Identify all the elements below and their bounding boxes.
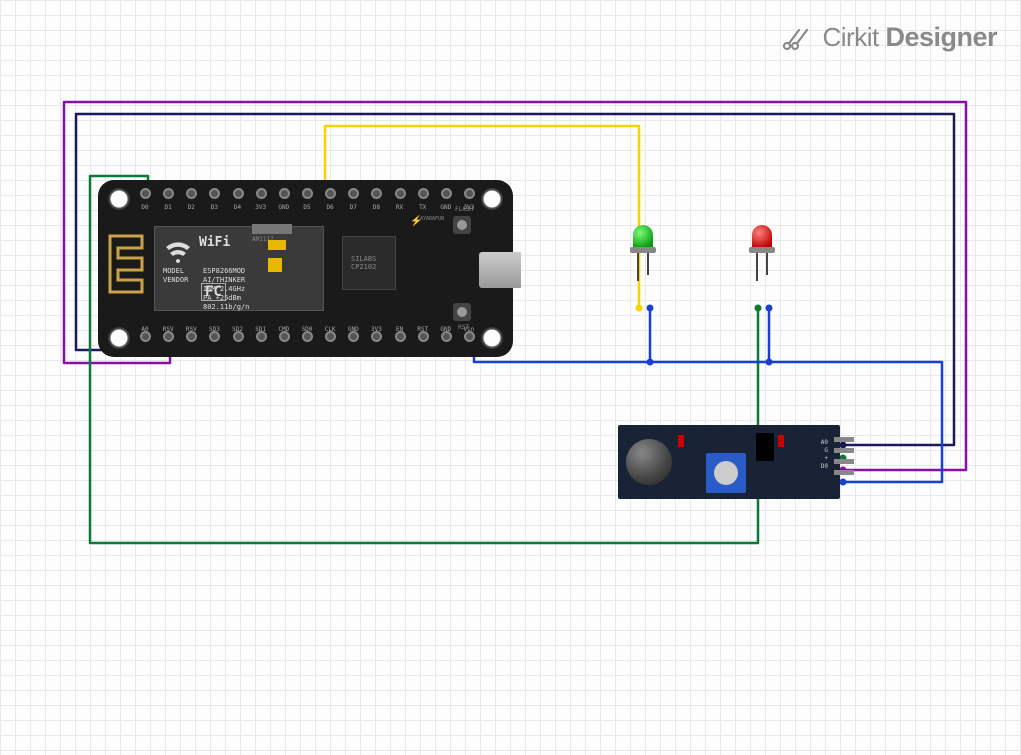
pin-label: D8: [368, 204, 384, 211]
micro-usb-port[interactable]: [479, 252, 521, 288]
flash-button[interactable]: [453, 216, 471, 234]
chip-label: SILABSCP2102: [351, 255, 376, 271]
led-rim: [749, 247, 775, 253]
pin-label: SD0: [299, 326, 315, 333]
pin-d2[interactable]: [186, 188, 197, 199]
pin-rx[interactable]: [395, 188, 406, 199]
sensor-header-pins[interactable]: [834, 437, 854, 475]
pin-tx[interactable]: [418, 188, 429, 199]
smd-cap: [268, 258, 282, 272]
pin-label: RX: [392, 204, 408, 211]
pin-d4[interactable]: [233, 188, 244, 199]
power-led-icon: [678, 435, 684, 447]
pin-label: GND: [438, 326, 454, 333]
pin-label: GND: [345, 326, 361, 333]
usb-serial-chip: SILABSCP2102: [342, 236, 396, 290]
pin-label: D1: [160, 204, 176, 211]
pin-header-bottom[interactable]: A0RSVRSVSD3SD2SD1CMDSD0CLKGND3V3ENRSTGND…: [140, 331, 475, 349]
pin-label: D2: [183, 204, 199, 211]
fcc-mark: FC: [201, 283, 226, 301]
mount-hole: [481, 327, 503, 349]
pin-d6[interactable]: [325, 188, 336, 199]
sound-sensor-module[interactable]: A0 G + D0: [618, 425, 840, 499]
rst-label: RST: [458, 324, 469, 331]
led-anode[interactable]: [756, 253, 758, 281]
mount-hole: [108, 327, 130, 349]
sensor-pin-labels: A0 G + D0: [821, 439, 828, 470]
brand-label: AYARAFUN: [420, 216, 444, 222]
pin-gnd[interactable]: [279, 188, 290, 199]
nodemcu-board[interactable]: /*placeholder*/ D0D1D2D3D43V3GNDD5D6D7D8…: [98, 180, 513, 357]
wifi-label: WiFi: [199, 235, 230, 252]
pin-label: SD1: [253, 326, 269, 333]
pin-gnd[interactable]: [441, 188, 452, 199]
led-red[interactable]: [749, 225, 775, 263]
smd-cap: [268, 240, 286, 250]
pin-header-top[interactable]: /*placeholder*/ D0D1D2D3D43V3GNDD5D6D7D8…: [140, 188, 475, 206]
potentiometer[interactable]: [706, 453, 746, 493]
esp8266-shield: WiFi MODELVENDOR ESP8266MOD AI/THINKER I…: [154, 226, 324, 311]
comparator-ic: [756, 433, 774, 461]
led-green[interactable]: [630, 225, 656, 263]
status-led-icon: [778, 435, 784, 447]
pin-3v3[interactable]: [256, 188, 267, 199]
pin-label: SD2: [230, 326, 246, 333]
sensor-pin-vcc[interactable]: [834, 459, 854, 464]
pin-label: GND: [438, 204, 454, 211]
wifi-antenna-icon: [106, 232, 146, 302]
led-rim: [630, 247, 656, 253]
pin-label: D4: [230, 204, 246, 211]
pin-label: 3V3: [253, 204, 269, 211]
app-logo: Cirkit Designer: [781, 22, 998, 53]
pin-label: RSV: [183, 326, 199, 333]
led-cathode[interactable]: [647, 253, 649, 275]
pin-label: D7: [345, 204, 361, 211]
sensor-pin-a0[interactable]: [834, 437, 854, 442]
pin-label: CLK: [322, 326, 338, 333]
model-vendor-label: MODELVENDOR: [163, 267, 188, 285]
led-cathode[interactable]: [766, 253, 768, 275]
pin-label: D6: [322, 204, 338, 211]
mount-hole: [481, 188, 503, 210]
pin-label: CMD: [276, 326, 292, 333]
mount-hole: [108, 188, 130, 210]
pin-d7[interactable]: [348, 188, 359, 199]
wiring-canvas: [0, 0, 1021, 755]
pin-d1[interactable]: [163, 188, 174, 199]
pin-label: TX: [415, 204, 431, 211]
microphone-icon: [626, 439, 672, 485]
pin-label: RSV: [160, 326, 176, 333]
wifi-icon: [163, 233, 193, 263]
pin-d5[interactable]: [302, 188, 313, 199]
pin-label: 3V3: [368, 326, 384, 333]
pin-label: D5: [299, 204, 315, 211]
flash-label: FLASH: [455, 206, 473, 213]
pin-d8[interactable]: [371, 188, 382, 199]
pin-label: D0: [137, 204, 153, 211]
logo-text: Cirkit Designer: [823, 22, 998, 53]
voltage-regulator: [252, 224, 292, 234]
pin-label: A0: [137, 326, 153, 333]
pin-label: SD3: [206, 326, 222, 333]
pin-label: D3: [206, 204, 222, 211]
pin-d3[interactable]: [209, 188, 220, 199]
led-anode[interactable]: [637, 253, 639, 281]
pin-label: GND: [276, 204, 292, 211]
reset-button[interactable]: [453, 303, 471, 321]
pin-label: EN: [392, 326, 408, 333]
pin-3v3[interactable]: [464, 188, 475, 199]
pin-label: RST: [415, 326, 431, 333]
pin-d0[interactable]: [140, 188, 151, 199]
sensor-pin-d0[interactable]: [834, 470, 854, 475]
sensor-pin-gnd[interactable]: [834, 448, 854, 453]
